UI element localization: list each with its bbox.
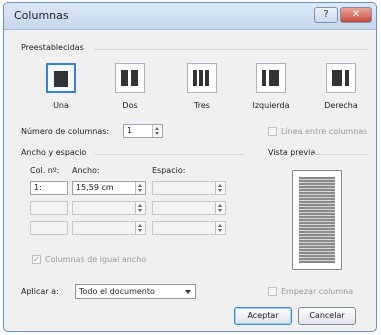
preview-label: Vista previa [268,148,316,157]
preview-text-lines [299,177,335,263]
preset-one-button[interactable] [46,63,76,93]
spinner-arrows-icon[interactable] [215,202,225,214]
preset-three-button[interactable] [187,63,217,93]
width-header: Ancho: [72,166,100,175]
spacing-header: Espacio: [152,166,186,175]
right-column-icon [345,70,349,86]
width-spacing-heading: Ancho y espacio [21,148,87,157]
three-columns-icon [193,70,197,86]
preset-one-label: Una [53,101,69,110]
dialog-title: Columnas [14,9,69,22]
col-number-field [30,201,68,215]
preset-left-button[interactable] [256,63,286,93]
presets-heading: Preestablecidas [21,43,84,52]
divider [94,49,369,50]
preset-right-button[interactable] [326,63,356,93]
spinner-arrows-icon[interactable] [215,222,225,234]
apply-to-label: Aplicar a: [21,287,59,296]
equal-width-label: Columnas de igual ancho [45,255,147,264]
preview-page [292,170,342,270]
spinner-arrows-icon[interactable] [135,222,145,234]
width-value: 15,59 cm [76,183,114,192]
apply-to-dropdown[interactable]: Todo el documento [75,284,196,299]
new-column-checkbox[interactable] [268,287,277,296]
spinner-arrows-icon[interactable] [215,182,225,194]
help-button[interactable]: ? [314,7,338,23]
close-button[interactable]: ✕ [340,7,372,23]
three-columns-icon [199,70,203,86]
num-columns-value: 1 [127,126,133,135]
width-field[interactable]: 15,59 cm [72,181,146,195]
spinner-arrows-icon[interactable] [135,202,145,214]
preset-left-label: Izquierda [252,101,290,110]
new-column-label: Empezar columna [281,287,354,296]
apply-to-value: Todo el documento [79,287,155,296]
col-number-header: Col. nº: [30,166,60,175]
num-columns-label: Número de columnas: [21,127,110,136]
col-number-value: 1: [34,183,42,192]
ok-button[interactable]: Aceptar [234,307,292,325]
three-columns-icon [205,70,209,86]
preset-two-label: Dos [122,101,138,110]
preset-right-label: Derecha [324,101,358,110]
left-column-icon [269,70,279,86]
equal-width-checkbox[interactable]: ✓ [32,255,41,264]
spinner-arrows-icon[interactable] [152,125,162,137]
width-field[interactable] [72,201,146,215]
spinner-arrows-icon[interactable] [135,182,145,194]
spacing-field[interactable] [152,181,226,195]
spacing-field[interactable] [152,221,226,235]
divider [94,154,244,155]
title-bar: Columnas ? ✕ [4,3,376,30]
num-columns-stepper[interactable]: 1 [123,124,163,138]
divider [313,154,369,155]
columns-dialog: Columnas ? ✕ Preestablecidas Una Dos Tre… [3,2,377,332]
line-between-checkbox[interactable] [268,127,277,136]
width-field[interactable] [72,221,146,235]
col-number-field [30,221,68,235]
left-column-icon [262,70,266,86]
two-columns-icon [131,70,138,86]
col-number-field: 1: [30,181,68,195]
right-column-icon [332,70,342,86]
line-between-label: Línea entre columnas [281,127,368,136]
preset-three-label: Tres [194,101,210,110]
cancel-button[interactable]: Cancelar [298,307,356,325]
preset-two-button[interactable] [115,63,145,93]
one-column-icon [54,71,68,87]
chevron-down-icon [185,290,191,294]
spacing-field[interactable] [152,201,226,215]
two-columns-icon [121,70,128,86]
